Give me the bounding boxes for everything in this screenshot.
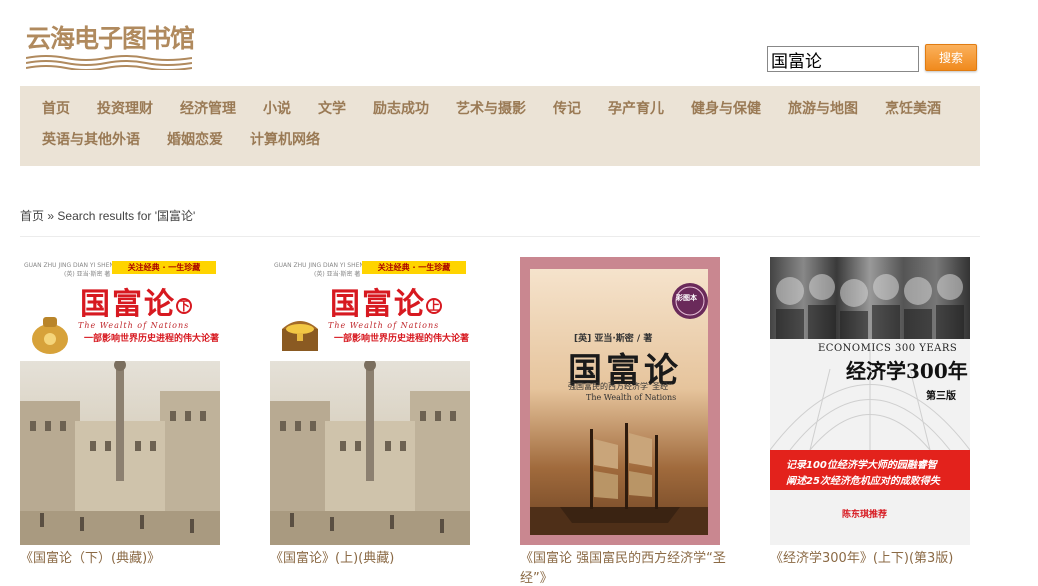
nav-item-fiction[interactable]: 小说 xyxy=(263,98,291,120)
cover-main-title: 国富论上 xyxy=(330,287,443,322)
cover-illustration xyxy=(20,359,220,545)
money-bag-icon xyxy=(32,317,68,354)
logo-text: 云海电子图书馆 xyxy=(26,24,195,53)
nav-item-relationships[interactable]: 婚姻恋爱 xyxy=(167,129,223,151)
cover-red-line-2: 阐述25次经济危机应对的成败得失 xyxy=(786,476,940,487)
cover-author: (英) 亚当·斯密 著 xyxy=(64,271,111,278)
nav-item-literature[interactable]: 文学 xyxy=(318,98,346,120)
treasure-chest-icon xyxy=(282,321,318,351)
cover-tagline: 一部影响世界历史进程的伟大论著 xyxy=(84,334,220,344)
breadcrumb-current: Search results for '国富论' xyxy=(57,209,196,223)
cover-red-line-1: 记录100位经济学大师的园融睿智 xyxy=(786,460,937,471)
book-cover[interactable]: ECONOMICS 300 YEARS 经济学300年 第三版 记录100位经济… xyxy=(770,257,970,545)
nav-item-health[interactable]: 健身与保健 xyxy=(691,98,761,120)
cover-english: The Wealth of Nations xyxy=(328,321,440,330)
nav-item-cooking[interactable]: 烹饪美酒 xyxy=(885,98,941,120)
category-nav: 首页 投资理财 经济管理 小说 文学 励志成功 艺术与摄影 传记 孕产育儿 健身… xyxy=(20,86,980,166)
book-cover[interactable]: 彩图本 [英] 亚当·斯密 / 著 国富论 强国富民的西方经济学“圣经” The… xyxy=(520,257,720,545)
cover-badge-text: 彩图本 xyxy=(676,294,697,302)
nav-item-art-photography[interactable]: 艺术与摄影 xyxy=(456,98,526,120)
cover-illustration xyxy=(270,359,470,545)
cover-main-title: 经济学300年 xyxy=(846,359,968,383)
breadcrumb: 首页 » Search results for '国富论' xyxy=(20,207,195,224)
cover-main-title: 国富论下 xyxy=(80,287,193,322)
cover-portraits xyxy=(770,257,970,339)
cover-tag: 关注经典 · 一生珍藏 xyxy=(362,261,466,274)
search-button[interactable]: 搜索 xyxy=(925,44,977,71)
nav-item-self-help[interactable]: 励志成功 xyxy=(373,98,429,120)
sailing-ship-icon xyxy=(530,423,708,535)
breadcrumb-home-link[interactable]: 首页 xyxy=(20,209,44,223)
divider xyxy=(20,236,980,237)
book-title-link[interactable]: 《国富论（下）(典藏)》 xyxy=(20,549,240,569)
search-input[interactable] xyxy=(767,46,919,72)
logo-wave-icon xyxy=(26,55,192,70)
nav-item-biography[interactable]: 传记 xyxy=(553,98,581,120)
nav-item-economics[interactable]: 经济管理 xyxy=(180,98,236,120)
cover-recommend: 陈东琪推荐 xyxy=(842,510,888,520)
cover-subtitle: 强国富民的西方经济学“圣经” xyxy=(568,382,673,391)
nav-item-travel[interactable]: 旅游与地图 xyxy=(788,98,858,120)
nav-item-computers[interactable]: 计算机网络 xyxy=(250,129,320,151)
breadcrumb-separator: » xyxy=(47,209,55,223)
cover-tagline: 一部影响世界历史进程的伟大论著 xyxy=(334,334,470,344)
book-title-link[interactable]: 《国富论 强国富民的西方经济学“圣经”》 xyxy=(520,549,740,586)
cover-author: (英) 亚当·斯密 著 xyxy=(314,271,361,278)
nav-item-home[interactable]: 首页 xyxy=(42,98,70,120)
cover-tag: 关注经典 · 一生珍藏 xyxy=(112,261,216,274)
book-title-link[interactable]: 《经济学300年》(上下)(第3版) xyxy=(770,549,990,569)
book-cover[interactable]: GUAN ZHU JING DIAN YI SHENG ZHEN CANG 关注… xyxy=(20,257,220,545)
book-title-link[interactable]: 《国富论》(上)(典藏) xyxy=(270,549,490,569)
nav-item-investing[interactable]: 投资理财 xyxy=(97,98,153,120)
cover-inner: 彩图本 [英] 亚当·斯密 / 著 国富论 强国富民的西方经济学“圣经” The… xyxy=(530,269,708,535)
cover-english: ECONOMICS 300 YEARS xyxy=(818,343,958,354)
nav-item-languages[interactable]: 英语与其他外语 xyxy=(42,129,140,151)
cover-english: The Wealth of Nations xyxy=(78,321,190,330)
cover-red-band: 记录100位经济学大师的园融睿智 阐述25次经济危机应对的成败得失 xyxy=(770,450,970,490)
cover-top: GUAN ZHU JING DIAN YI SHENG ZHEN CANG 关注… xyxy=(270,257,470,361)
nav-item-parenting[interactable]: 孕产育儿 xyxy=(608,98,664,120)
cover-top: GUAN ZHU JING DIAN YI SHENG ZHEN CANG 关注… xyxy=(20,257,220,361)
cover-english: The Wealth of Nations xyxy=(586,393,677,402)
cover-edition: 第三版 xyxy=(926,391,956,402)
site-logo[interactable]: 云海电子图书馆 xyxy=(26,24,195,72)
book-cover[interactable]: GUAN ZHU JING DIAN YI SHENG ZHEN CANG 关注… xyxy=(270,257,470,545)
